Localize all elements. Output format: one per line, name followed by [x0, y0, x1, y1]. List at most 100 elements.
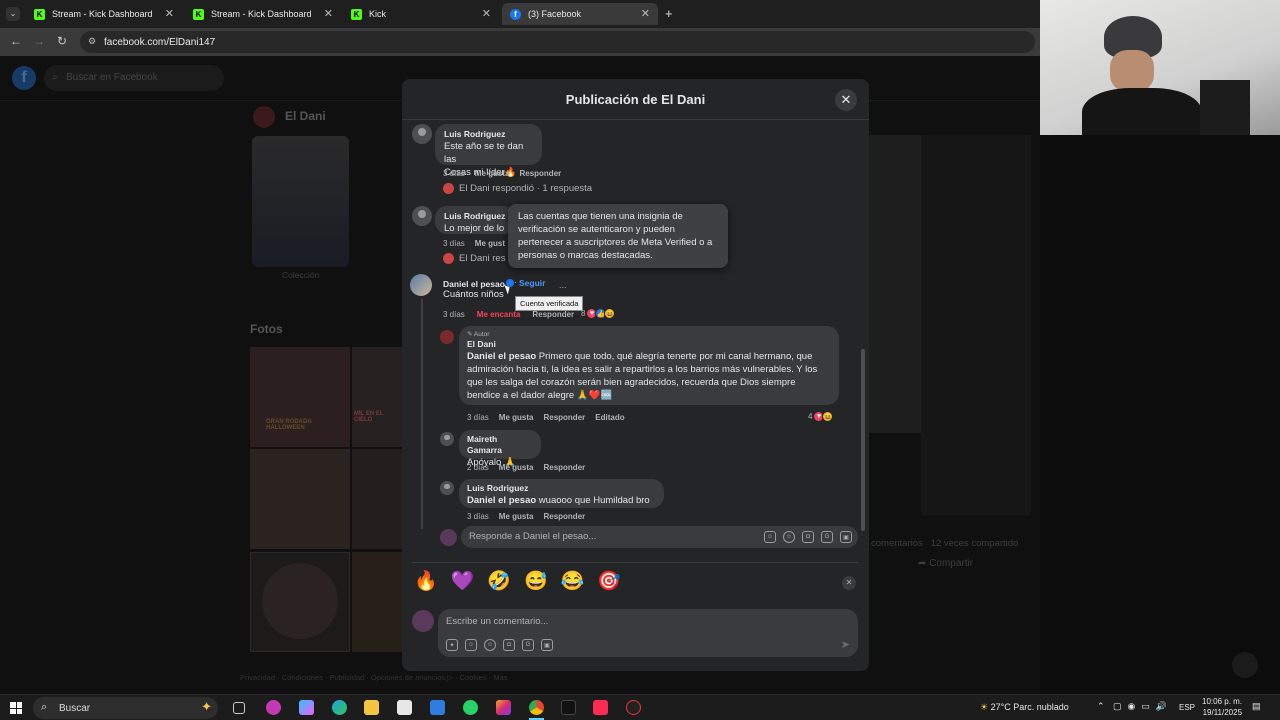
whatsapp-icon[interactable]: [463, 700, 478, 715]
profile-avatar[interactable]: [253, 106, 275, 128]
address-bar[interactable]: ⚙ facebook.com/ElDani147: [80, 31, 1035, 53]
sparkle-icon[interactable]: ✦: [446, 639, 458, 651]
like-button[interactable]: Me gusta: [499, 413, 534, 422]
browser-tab[interactable]: K Kick ✕: [343, 3, 499, 25]
photo-thumb[interactable]: MIL EN EL CIELO: [352, 347, 402, 447]
scrollbar[interactable]: [861, 349, 865, 531]
windows-start-icon[interactable]: [10, 702, 22, 714]
love-button[interactable]: Me encanta: [477, 310, 521, 319]
fire-emoji-button[interactable]: 🔥: [414, 569, 438, 593]
avatar[interactable]: [412, 610, 434, 632]
comment-author[interactable]: Maireth Gamarra: [467, 434, 533, 456]
post-image[interactable]: [869, 135, 921, 433]
rofl-emoji-button[interactable]: 🤣: [487, 569, 511, 593]
footer-links[interactable]: Privacidad · Condiciones · Publicidad · …: [240, 673, 508, 682]
follow-button[interactable]: Seguir: [519, 278, 545, 288]
gif-icon[interactable]: G: [821, 531, 833, 543]
comment-author[interactable]: Luis Rodriguez: [444, 211, 506, 222]
file-explorer-icon[interactable]: [364, 700, 379, 715]
comment-time[interactable]: 3 días: [443, 239, 465, 248]
reload-icon[interactable]: ↻: [57, 34, 67, 48]
avatar[interactable]: [440, 330, 454, 344]
mention-link[interactable]: Daniel el pesao: [467, 351, 536, 362]
comment-author[interactable]: Luis Rodriguez: [444, 129, 533, 140]
view-replies-link[interactable]: El Dani respondió · 1 respuesta: [443, 183, 592, 194]
avatar[interactable]: [410, 274, 432, 296]
avatar[interactable]: [412, 124, 432, 144]
like-button[interactable]: Me gust: [475, 239, 505, 248]
like-button[interactable]: Me gusta: [475, 169, 510, 178]
tiktok-live-icon[interactable]: [593, 700, 608, 715]
close-modal-button[interactable]: ✕: [835, 89, 857, 111]
clock[interactable]: 10:06 p. m. 19/11/2025: [1202, 696, 1242, 718]
comment-time[interactable]: 3 días: [467, 512, 489, 521]
share-button[interactable]: ➦ Compartir: [918, 558, 973, 569]
forward-icon[interactable]: →: [33, 34, 45, 48]
tiktok-icon[interactable]: [561, 700, 576, 715]
tray-overflow-icon[interactable]: ⌃: [1097, 701, 1105, 712]
photo-thumb[interactable]: GRAN RODADA HALLOWEEN: [250, 347, 350, 447]
send-icon[interactable]: ➤: [841, 638, 850, 651]
taskbar-search[interactable]: ⌕ Buscar ✦: [33, 697, 218, 719]
site-info-icon[interactable]: ⚙: [88, 36, 96, 47]
close-emoji-bar-button[interactable]: ✕: [842, 576, 856, 590]
close-tab-icon[interactable]: ✕: [641, 7, 650, 20]
tab-search-icon[interactable]: ⌄: [6, 7, 20, 21]
chrome-icon[interactable]: [529, 700, 544, 715]
joy-emoji-button[interactable]: 😂: [561, 569, 585, 593]
reply-button[interactable]: Responder: [543, 512, 585, 521]
avatar-sticker-icon[interactable]: ☺: [764, 531, 776, 543]
compose-message-icon[interactable]: [1232, 652, 1258, 678]
more-options-icon[interactable]: ...: [559, 280, 567, 290]
music-app-icon[interactable]: [266, 700, 281, 715]
reply-button[interactable]: Responder: [543, 463, 585, 472]
avatar[interactable]: [440, 481, 454, 495]
like-button[interactable]: Me gusta: [499, 463, 534, 472]
reply-button[interactable]: Responder: [532, 310, 574, 319]
tray-icons[interactable]: ▢◉▭🔊: [1113, 701, 1173, 712]
photo-thumb[interactable]: [250, 449, 350, 549]
mail-icon[interactable]: [430, 700, 445, 715]
store-icon[interactable]: [397, 700, 412, 715]
close-tab-icon[interactable]: ✕: [482, 7, 491, 20]
new-tab-button[interactable]: +: [665, 6, 673, 21]
close-tab-icon[interactable]: ✕: [165, 7, 174, 20]
obs-icon[interactable]: [626, 700, 641, 715]
comment-time[interactable]: 3 días: [443, 169, 465, 178]
reaction-summary[interactable]: 4 ♥ 😆: [808, 411, 834, 422]
facebook-search[interactable]: ⌕ Buscar en Facebook: [44, 65, 224, 91]
reaction-summary[interactable]: 8 ♥ 👍 😆: [581, 308, 616, 319]
mention-link[interactable]: Daniel el pesao: [467, 495, 536, 506]
instagram-icon[interactable]: [496, 700, 511, 715]
comment-author[interactable]: Luis Rodriguez: [467, 483, 656, 494]
photo-thumb[interactable]: [352, 449, 402, 549]
comment-author[interactable]: Daniel el pesao: [443, 279, 505, 289]
avatar[interactable]: [412, 206, 432, 226]
emoji-icon[interactable]: ☺: [783, 531, 795, 543]
view-replies-link[interactable]: El Dani res: [443, 253, 505, 264]
sweat-smile-emoji-button[interactable]: 😅: [524, 569, 548, 593]
browser-tab[interactable]: K Stream - Kick Dashboard ✕: [26, 3, 182, 25]
comment-input[interactable]: Escribe un comentario... ✦ ☺ ☺ ◘ G ▣ ➤: [438, 609, 858, 657]
copilot-icon[interactable]: [299, 700, 314, 715]
comment-time[interactable]: 3 días: [443, 310, 465, 319]
back-icon[interactable]: ←: [10, 34, 22, 48]
avatar-sticker-icon[interactable]: ☺: [465, 639, 477, 651]
avatar[interactable]: [440, 432, 454, 446]
like-button[interactable]: Me gusta: [499, 512, 534, 521]
profile-name[interactable]: El Dani: [285, 109, 326, 123]
language-indicator[interactable]: ESP: [1179, 703, 1195, 712]
sticker-icon[interactable]: ▣: [541, 639, 553, 651]
target-emoji-button[interactable]: 🎯: [597, 569, 621, 593]
collection-image[interactable]: [252, 136, 349, 267]
comment-time[interactable]: 2 días: [467, 463, 489, 472]
browser-tab[interactable]: K Stream - Kick Dashboard ✕: [185, 3, 341, 25]
comment-time[interactable]: 3 días: [467, 413, 489, 422]
comment-author[interactable]: El Dani: [467, 339, 831, 350]
edge-icon[interactable]: [332, 700, 347, 715]
reply-button[interactable]: Responder: [519, 169, 561, 178]
camera-icon[interactable]: ◘: [802, 531, 814, 543]
avatar[interactable]: [440, 529, 457, 546]
reply-input[interactable]: Responde a Daniel el pesao... ☺ ☺ ◘ G ▣: [461, 526, 858, 548]
camera-icon[interactable]: ◘: [503, 639, 515, 651]
